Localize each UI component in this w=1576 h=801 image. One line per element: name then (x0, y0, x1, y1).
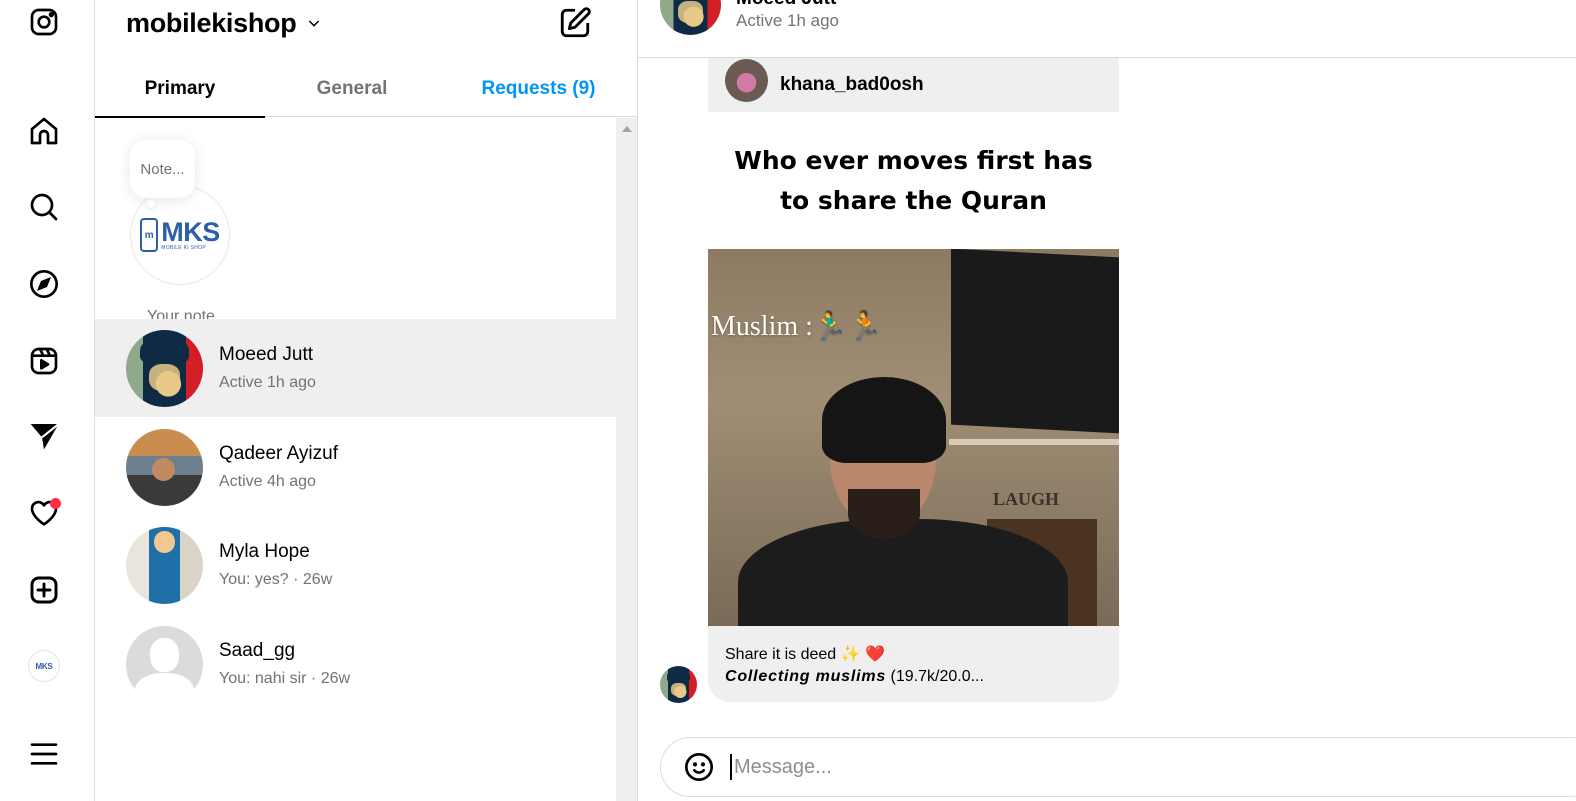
scroll-up-arrow-icon[interactable] (622, 126, 632, 132)
tab-requests[interactable]: Requests (9) (439, 60, 638, 117)
notifications-heart-icon[interactable] (26, 495, 62, 531)
post-headline: Who ever moves first has to share the Qu… (734, 145, 1093, 215)
home-icon[interactable] (26, 113, 62, 149)
conversation-list-scrollbar[interactable] (616, 118, 637, 801)
conversation-name: Myla Hope (219, 541, 310, 562)
your-note: Note... m MKS MOBILE KI SHOP Your note (125, 140, 235, 325)
message-input[interactable] (730, 754, 1430, 780)
avatar (126, 526, 203, 604)
search-icon[interactable] (26, 189, 62, 225)
note-avatar[interactable]: m MKS MOBILE KI SHOP (130, 185, 230, 285)
chat-header: Moeed Jutt Active 1h ago (638, 0, 1576, 58)
account-name: mobilekishop (126, 8, 297, 38)
post-owner-avatar (725, 58, 768, 102)
notification-badge (50, 498, 61, 509)
conversation-subtitle: Active 4h ago (219, 473, 316, 490)
conversation-name: Moeed Jutt (219, 344, 313, 365)
chat-header-avatar[interactable] (660, 0, 721, 35)
mks-logo: m MKS MOBILE KI SHOP (140, 218, 220, 252)
conversation-name: Saad_gg (219, 640, 296, 661)
post-owner-name: khana_bad0osh (780, 74, 924, 95)
post-caption: Share it is deed ✨ ❤️ Collecting muslims… (708, 626, 1119, 702)
emoji-picker-button[interactable] (682, 750, 716, 784)
chat-pane: Moeed Jutt Active 1h ago khana_bad0osh W… (638, 0, 1576, 801)
account-switcher[interactable]: mobilekishop (126, 8, 322, 39)
video-person-beanie (822, 377, 946, 463)
chat-header-status: Active 1h ago (736, 11, 840, 30)
explore-compass-icon[interactable] (26, 266, 62, 302)
profile-logo-text: MKS (35, 661, 53, 671)
conversation-subtitle: You: yes? · 26w (219, 571, 333, 588)
emoji-smiley-icon (685, 753, 713, 781)
video-shelf-shape (949, 439, 1119, 445)
avatar (126, 329, 203, 407)
note-bubble-tail (147, 200, 155, 208)
post-caption-line1: Share it is deed ✨ ❤️ (725, 646, 885, 663)
left-nav-rail: MKS (0, 0, 95, 801)
video-tv-shape (951, 249, 1119, 434)
conversation-name: Qadeer Ayizuf (219, 443, 339, 464)
tab-general[interactable]: General (265, 60, 439, 117)
conversation-subtitle: Active 1h ago (219, 374, 316, 391)
create-plus-icon[interactable] (26, 572, 62, 608)
new-message-compose-button[interactable] (558, 6, 594, 42)
reels-icon[interactable] (26, 343, 62, 379)
shared-post-card[interactable]: khana_bad0osh Who ever moves first has t… (708, 58, 1119, 702)
profile-avatar[interactable]: MKS (28, 650, 60, 682)
chat-header-name[interactable]: Moeed Jutt (736, 0, 836, 10)
conversation-subtitle: You: nahi sir · 26w (219, 670, 351, 687)
tab-primary[interactable]: Primary (95, 60, 265, 118)
video-sign-text: LAUGH (992, 489, 1059, 509)
post-video-thumbnail[interactable]: LAUGH Muslim :🏃‍♂️🏃 (708, 249, 1119, 626)
logo-subtext: MOBILE KI SHOP (161, 245, 207, 251)
post-caption-rest: (19.7k/20.0... (886, 668, 984, 685)
video-overlay-text: Muslim :🏃‍♂️🏃 (711, 311, 883, 342)
logo-text: MKS (161, 217, 220, 247)
avatar (126, 428, 203, 506)
post-caption-bold: Collecting muslims (725, 668, 887, 685)
conversation-item[interactable]: Moeed Jutt Active 1h ago (95, 319, 616, 417)
post-media: Who ever moves first has to share the Qu… (708, 112, 1119, 626)
video-person-beard (848, 489, 920, 539)
phone-logo-icon: m (140, 218, 159, 252)
more-menu-icon[interactable] (26, 736, 62, 772)
messages-direct-icon[interactable] (26, 418, 62, 454)
compose-pencil-icon (560, 7, 591, 38)
inbox-pane: mobilekishop Primary General Requests (9… (95, 0, 638, 801)
message-sender-avatar[interactable] (660, 666, 697, 703)
note-bubble[interactable]: Note... (130, 140, 195, 198)
message-composer (660, 737, 1576, 797)
chevron-down-icon (306, 11, 322, 36)
conversation-item[interactable]: Qadeer Ayizuf Active 4h ago (95, 418, 616, 516)
instagram-logo-icon[interactable] (26, 4, 62, 40)
post-owner[interactable]: khana_bad0osh (708, 58, 1119, 112)
conversation-item[interactable]: Myla Hope You: yes? · 26w (95, 516, 616, 614)
inbox-tabs: Primary General Requests (9) (95, 60, 638, 118)
conversation-item[interactable]: Saad_gg You: nahi sir · 26w (95, 615, 616, 713)
conversation-list: Note... m MKS MOBILE KI SHOP Your note M… (95, 118, 616, 801)
default-avatar-icon (126, 625, 203, 703)
